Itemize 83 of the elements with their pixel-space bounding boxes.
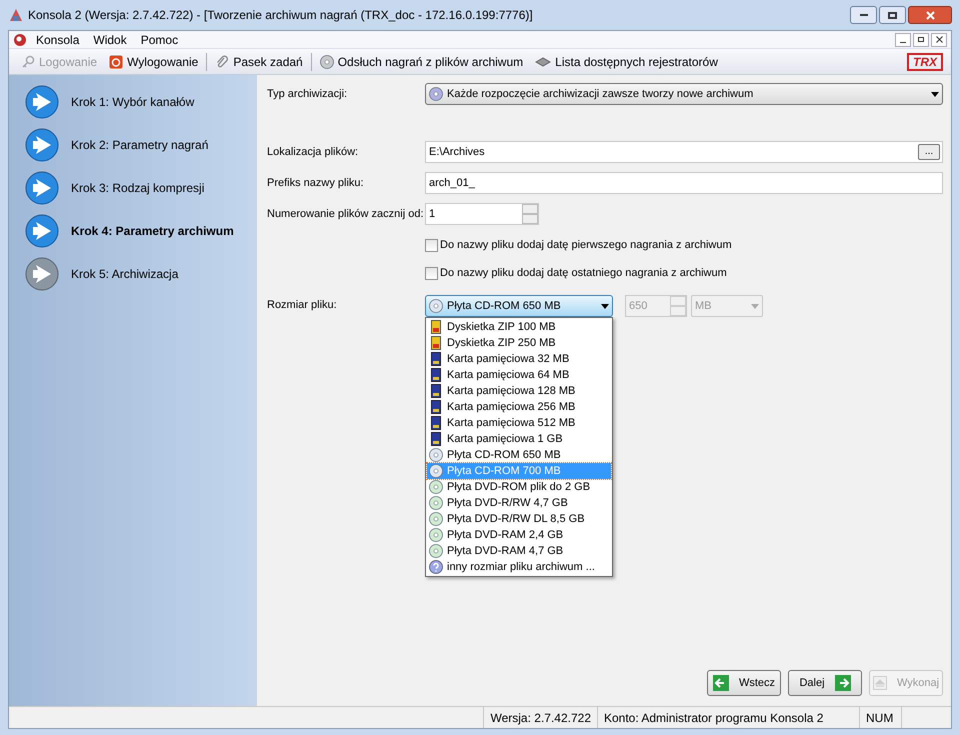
wizard-button[interactable]: Dalej [788, 670, 862, 696]
menu-item[interactable]: Widok [88, 30, 132, 48]
disc-icon [429, 87, 443, 101]
checkbox[interactable] [425, 266, 438, 280]
memory-card-icon [431, 368, 441, 382]
field-label: Prefiks nazwy pliku: [267, 176, 365, 191]
menu-item[interactable]: Konsola [31, 30, 84, 48]
dropdown-option[interactable]: Karta pamięciowa 32 MB [427, 351, 611, 367]
checkbox[interactable] [425, 238, 438, 252]
power-icon [109, 54, 124, 68]
question-icon [429, 560, 443, 574]
status-text: Wersja: 2.7.42.722 [483, 707, 597, 728]
disc-icon [429, 448, 443, 462]
paperclip-icon [215, 54, 230, 68]
disc-icon [429, 544, 443, 558]
dropdown-option[interactable]: Płyta DVD-RAM 4,7 GB [427, 543, 611, 559]
minimize-button[interactable] [850, 6, 877, 24]
device-icon [535, 56, 552, 68]
logo: TRX [907, 52, 943, 70]
maximize-button[interactable] [879, 6, 906, 24]
disc-icon [429, 528, 443, 542]
dropdown-option[interactable]: Dyskietka ZIP 250 MB [427, 335, 611, 351]
dropdown-arrow-icon [751, 304, 759, 308]
field-label: Lokalizacja plików: [267, 144, 360, 160]
dropdown-option[interactable]: Karta pamięciowa 1 GB [427, 431, 611, 447]
memory-card-icon [431, 384, 441, 398]
archive-type-select[interactable]: Każde rozpoczęcie archiwizacji zawsze tworzy nowe archiwum [425, 83, 943, 105]
dropdown-option[interactable]: Dyskietka ZIP 100 MB [427, 319, 611, 335]
wizard-step[interactable]: Krok 4: Parametry archiwum [25, 214, 257, 248]
wizard-step[interactable]: Krok 3: Rodzaj kompresji [25, 171, 257, 205]
toolbar-button[interactable]: Wylogowanie [105, 50, 202, 72]
file-size-select[interactable]: Płyta CD-ROM 650 MB [425, 295, 613, 317]
disc-icon [429, 496, 443, 510]
disc-icon [320, 54, 334, 68]
toolbar-button[interactable]: Lista dostępnych rejestratorów [531, 50, 722, 72]
field-label: Typ archiwizacji: [267, 86, 348, 102]
location-field[interactable]: E:\Archives ... [425, 141, 943, 163]
close-icon [926, 10, 934, 20]
disc-icon [429, 299, 443, 313]
close-icon [936, 36, 942, 43]
prefix-field[interactable]: arch_01_ [425, 172, 943, 194]
field-label: Numerowanie plików zacznij od: [267, 206, 425, 222]
number-spinner[interactable]: 1 [425, 203, 539, 225]
memory-card-icon [431, 352, 441, 366]
dropdown-option[interactable]: Płyta DVD-RAM 2,4 GB [427, 527, 611, 543]
checkbox-label: Do nazwy pliku dodaj datę ostatniego nagrania z archiwum [440, 266, 727, 281]
disc-icon [429, 480, 443, 494]
status-text: Konto: Administrator programu Konsola 2 [597, 707, 859, 728]
toolbar-button[interactable]: Odsłuch nagrań z plików archiwum [316, 50, 528, 72]
dropdown-arrow-icon [601, 304, 609, 308]
close-button[interactable] [908, 6, 952, 24]
browse-button[interactable]: ... [918, 144, 940, 160]
dropdown-option[interactable]: Karta pamięciowa 256 MB [427, 399, 611, 415]
app-icon [8, 7, 24, 23]
toolbar-button[interactable]: Pasek zadań [211, 50, 307, 72]
checkbox-label: Do nazwy pliku dodaj datę pierwszego nagrania z archiwum [440, 238, 732, 253]
menu-item[interactable]: Pomoc [136, 30, 184, 48]
memory-card-icon [431, 432, 441, 446]
dropdown-arrow-icon [931, 92, 939, 96]
field-label: Rozmiar pliku: [267, 298, 338, 313]
key-icon [21, 54, 35, 68]
disc-icon [429, 512, 443, 526]
restore-button[interactable] [913, 32, 929, 46]
wizard-step[interactable]: Krok 5: Archiwizacja [25, 257, 257, 291]
status-text: NUM [859, 707, 901, 728]
memory-card-icon [431, 400, 441, 414]
dropdown-option[interactable]: Płyta DVD-R/RW 4,7 GB [427, 495, 611, 511]
minimize-button[interactable] [895, 32, 911, 46]
disc-icon [429, 464, 443, 478]
dropdown-option[interactable]: Karta pamięciowa 64 MB [427, 367, 611, 383]
dropdown-option[interactable]: Karta pamięciowa 128 MB [427, 383, 611, 399]
dropdown-option[interactable]: Karta pamięciowa 512 MB [427, 415, 611, 431]
wizard-step[interactable]: Krok 1: Wybór kanałów [25, 85, 257, 119]
window-title: Konsola 2 (Wersja: 2.7.42.722) - [Tworzenie archiwum nagrań (TRX_doc - 172.16.0.199:7776)] [28, 7, 533, 24]
dropdown-option[interactable]: Płyta DVD-ROM plik do 2 GB [427, 479, 611, 495]
wizard-button[interactable]: Wstecz [707, 670, 781, 696]
dropdown-option[interactable]: Płyta DVD-R/RW DL 8,5 GB [427, 511, 611, 527]
wizard-step[interactable]: Krok 2: Parametry nagrań [25, 128, 257, 162]
dropdown-option[interactable]: Płyta CD-ROM 650 MB [427, 447, 611, 463]
dropdown-option[interactable]: inny rozmiar pliku archiwum ... [427, 559, 611, 575]
eject-icon [872, 676, 887, 690]
memory-card-icon [431, 416, 441, 430]
close-button[interactable] [931, 32, 947, 46]
